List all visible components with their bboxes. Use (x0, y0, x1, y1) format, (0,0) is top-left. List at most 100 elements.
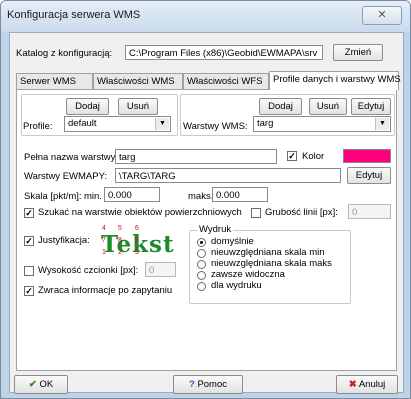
tab-label: Serwer WMS (20, 76, 76, 87)
print-option-label: nieuwzględniana skala maks (211, 258, 332, 269)
color-label: Kolor (302, 151, 325, 162)
profile-add-label: Dodaj (75, 101, 100, 112)
close-button[interactable]: ✕ (362, 6, 402, 25)
layers-label: Warstwy WMS: (183, 121, 248, 132)
font-height-checkbox[interactable] (24, 266, 34, 276)
tab-serwer-wms[interactable]: Serwer WMS (16, 73, 93, 89)
scale-max-value: 0.000 (216, 190, 240, 201)
search-surface-checkbox[interactable]: ✓ (24, 208, 34, 218)
print-option-label: zawsze widoczna (211, 269, 285, 280)
catalog-path-input[interactable]: C:\Program Files (x86)\Geobid\EWMAPA\srv (125, 45, 323, 60)
checkmark-icon: ✔ (28, 379, 37, 390)
ewmapa-edit-label: Edytuj (355, 170, 383, 181)
justification-checkbox[interactable]: ✓ (24, 236, 34, 246)
help-button[interactable]: ? Pomoc (173, 375, 243, 394)
profile-remove-label: Usuń (126, 101, 150, 112)
dialog-window: Konfiguracja serwera WMS ✕ Katalog z kon… (0, 0, 411, 399)
scale-min-value: 0.000 (108, 190, 132, 201)
line-width-value: 0 (352, 207, 358, 218)
tab-label: Właściwości WMS (97, 76, 175, 87)
print-option-radio[interactable] (197, 249, 206, 258)
font-height-value: 0 (149, 265, 155, 276)
profile-select-value: default (68, 118, 97, 129)
justify-digit: 9 (135, 237, 139, 244)
profiles-label: Profile: (23, 121, 53, 132)
line-width-input[interactable]: 0 (348, 204, 391, 219)
catalog-path-value: C:\Program Files (x86)\Geobid\EWMAPA\srv (129, 48, 318, 59)
layer-edit-button[interactable]: Edytuj (351, 98, 391, 115)
layer-edit-label: Edytuj (357, 101, 385, 112)
color-checkbox[interactable]: ✓ (287, 151, 297, 161)
font-height-label: Wysokość czcionki [px]: (38, 265, 139, 276)
profile-select[interactable]: default ▼ (64, 116, 171, 132)
window-title: Konfiguracja serwera WMS (7, 9, 141, 21)
justification-picker[interactable]: Tekst 4 5 6 7 8 9 1 2 3 (95, 225, 174, 258)
change-button-label: Zmień (344, 47, 372, 58)
full-name-input[interactable]: targ (115, 149, 277, 164)
font-height-input[interactable]: 0 (145, 262, 176, 277)
tab-profile-danych[interactable]: Profile danych i warstwy WMS (269, 71, 401, 90)
print-option-label: dla wydruku (211, 280, 262, 291)
search-surface-label: Szukać na warstwie obiektów powierzchnio… (38, 207, 242, 218)
scale-max-label: maks. (188, 191, 214, 202)
tab-label: Profile danych i warstwy WMS (273, 74, 401, 85)
color-swatch[interactable] (343, 149, 391, 163)
scale-min-input[interactable]: 0.000 (104, 187, 160, 202)
print-option-label: domyślnie (211, 236, 254, 247)
catalog-label: Katalog z konfiguracją: (16, 48, 113, 59)
layer-remove-button[interactable]: Usuń (309, 98, 347, 115)
cancel-label: Anuluj (358, 379, 386, 390)
justify-digit: 5 (118, 225, 122, 232)
dialog-client: Katalog z konfiguracją: C:\Program Files… (9, 32, 404, 394)
print-option-radio[interactable] (197, 271, 206, 280)
justify-digit: 1 (102, 249, 106, 256)
ok-button[interactable]: ✔ OK (14, 375, 68, 394)
chevron-down-icon: ▼ (375, 118, 389, 130)
line-width-label: Grubość linii [px]: (265, 207, 338, 218)
cancel-x-icon: ✖ (348, 379, 357, 390)
layer-add-label: Dodaj (268, 101, 293, 112)
profile-add-button[interactable]: Dodaj (66, 98, 109, 115)
layer-add-button[interactable]: Dodaj (259, 98, 302, 115)
layer-select[interactable]: targ ▼ (253, 116, 391, 132)
line-width-checkbox[interactable] (251, 208, 261, 218)
scale-min-label: min. (84, 191, 102, 202)
ewmapa-layers-label: Warstwy EWMAPY: (24, 171, 108, 182)
tab-wlasciwosci-wfs[interactable]: Właściwości WFS (183, 73, 269, 89)
print-option-radio[interactable] (197, 260, 206, 269)
ewmapa-layers-value: \TARG\TARG (119, 171, 176, 182)
justify-digit: 2 (118, 249, 122, 256)
chevron-down-icon: ▼ (155, 118, 169, 130)
returns-info-label: Zwraca informacje po zapytaniu (38, 285, 173, 296)
justification-label: Justyfikacja: (38, 235, 90, 246)
ewmapa-edit-button[interactable]: Edytuj (347, 167, 391, 184)
title-bar: Konfiguracja serwera WMS ✕ (1, 1, 410, 32)
tab-label: Właściwości WFS (187, 76, 263, 87)
print-group-label: Wydruk (197, 224, 234, 235)
help-label: Pomoc (197, 379, 228, 390)
full-name-value: targ (119, 152, 136, 163)
close-icon: ✕ (377, 9, 387, 21)
justify-digit: 3 (135, 249, 139, 256)
justify-digit: 4 (102, 225, 106, 232)
change-button[interactable]: Zmień (333, 44, 383, 61)
cancel-button[interactable]: ✖ Anuluj (336, 375, 398, 394)
layer-remove-label: Usuń (316, 101, 340, 112)
tab-wlasciwosci-wms[interactable]: Właściwości WMS (93, 73, 183, 89)
print-option-label: nieuwzględniana skala min (211, 247, 325, 258)
justify-digit: 7 (102, 237, 106, 244)
scale-max-input[interactable]: 0.000 (212, 187, 268, 202)
full-name-label: Pełna nazwa warstwy: (24, 152, 118, 163)
print-option-radio[interactable] (197, 282, 206, 291)
question-icon: ? (188, 379, 195, 390)
print-option-radio[interactable] (197, 238, 206, 247)
scale-label: Skala [pkt/m]: (24, 191, 82, 202)
justify-digit: 6 (135, 225, 139, 232)
ok-label: OK (39, 379, 54, 390)
ewmapa-layers-input[interactable]: \TARG\TARG (115, 168, 341, 183)
tab-panel-profiles: Dodaj Usuń Profile: default ▼ Dodaj Usuń… (16, 89, 397, 371)
profile-remove-button[interactable]: Usuń (118, 98, 158, 115)
justify-digit: 8 (118, 237, 122, 244)
returns-info-checkbox[interactable]: ✓ (24, 286, 34, 296)
layer-select-value: targ (257, 118, 274, 129)
